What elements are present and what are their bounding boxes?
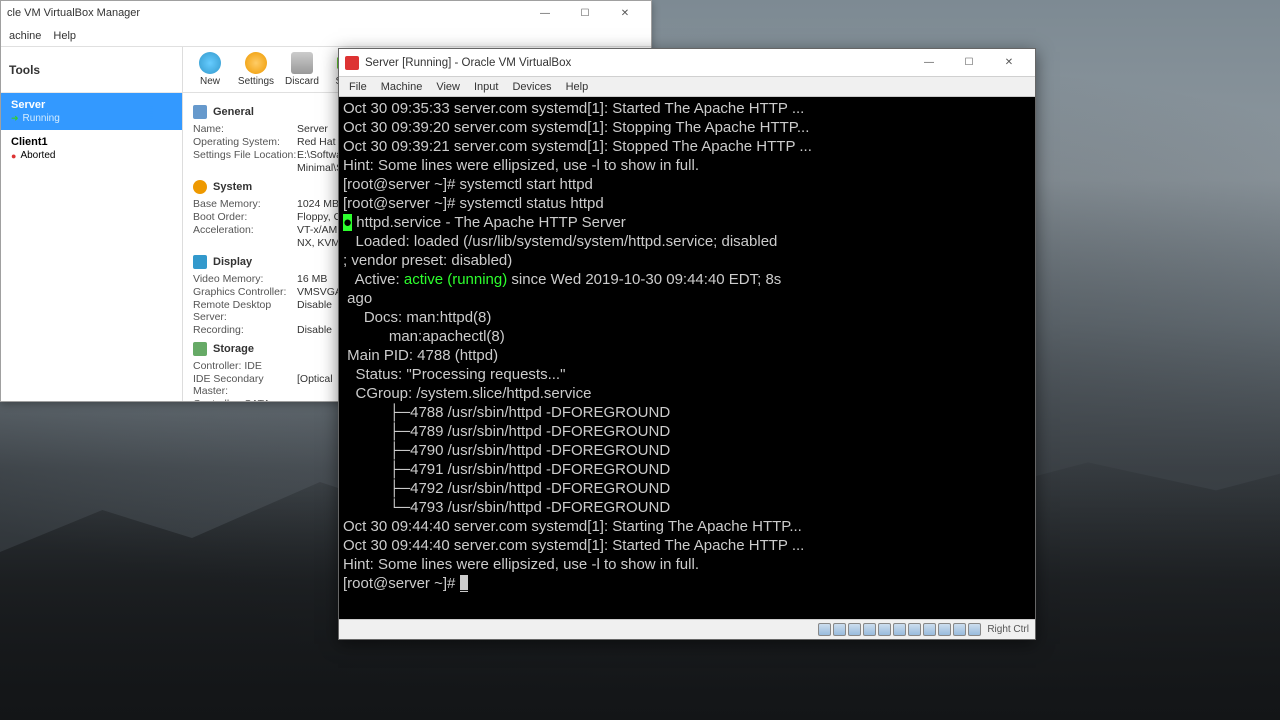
- close-button[interactable]: ✕: [989, 52, 1029, 74]
- cpu-icon[interactable]: [938, 623, 951, 636]
- terminal[interactable]: Oct 30 09:35:33 server.com systemd[1]: S…: [339, 97, 1035, 619]
- shared-folder-icon[interactable]: [893, 623, 906, 636]
- keyboard-icon[interactable]: [968, 623, 981, 636]
- cursor: _: [460, 575, 468, 592]
- discard-button[interactable]: Discard: [281, 52, 323, 87]
- vm-running-window: Server [Running] - Oracle VM VirtualBox …: [338, 48, 1036, 640]
- menu-file[interactable]: File: [349, 81, 367, 93]
- menu-machine[interactable]: achine: [9, 30, 41, 42]
- minimize-button[interactable]: —: [525, 2, 565, 24]
- vm-titlebar[interactable]: Server [Running] - Oracle VM VirtualBox …: [339, 49, 1035, 77]
- discard-icon: [291, 52, 313, 74]
- tools-item[interactable]: Tools: [1, 47, 182, 93]
- system-icon: [193, 180, 207, 194]
- vm-item-client1[interactable]: Client1 Aborted: [1, 130, 182, 167]
- gear-icon: [245, 52, 267, 74]
- vm-name: Client1: [11, 136, 172, 148]
- audio-icon[interactable]: [848, 623, 861, 636]
- usb-icon[interactable]: [878, 623, 891, 636]
- new-icon: [199, 52, 221, 74]
- general-icon: [193, 105, 207, 119]
- vm-menubar: File Machine View Input Devices Help: [339, 77, 1035, 97]
- optical-icon[interactable]: [833, 623, 846, 636]
- vm-status: Running: [11, 113, 172, 124]
- vm-statusbar: Right Ctrl: [339, 619, 1035, 639]
- menu-help[interactable]: Help: [53, 30, 76, 42]
- menu-view[interactable]: View: [436, 81, 460, 93]
- list-mode-icon[interactable]: [155, 107, 175, 123]
- hdd-icon[interactable]: [818, 623, 831, 636]
- display-icon[interactable]: [908, 623, 921, 636]
- manager-title: cle VM VirtualBox Manager: [7, 7, 525, 19]
- mouse-icon[interactable]: [953, 623, 966, 636]
- recording-icon[interactable]: [923, 623, 936, 636]
- settings-button[interactable]: Settings: [235, 52, 277, 87]
- maximize-button[interactable]: ☐: [565, 2, 605, 24]
- vm-app-icon: [345, 56, 359, 70]
- storage-icon: [193, 342, 207, 356]
- vm-window-title: Server [Running] - Oracle VM VirtualBox: [365, 57, 909, 69]
- maximize-button[interactable]: ☐: [949, 52, 989, 74]
- manager-menubar: achine Help: [1, 25, 651, 47]
- vm-status: Aborted: [11, 150, 172, 161]
- menu-help[interactable]: Help: [566, 81, 589, 93]
- manager-titlebar[interactable]: cle VM VirtualBox Manager — ☐ ✕: [1, 1, 651, 25]
- vm-name: Server: [11, 99, 172, 111]
- host-key-label: Right Ctrl: [987, 624, 1029, 635]
- vm-list-panel: Tools Server Running Client1 Aborted: [1, 47, 183, 401]
- menu-machine[interactable]: Machine: [381, 81, 423, 93]
- menu-input[interactable]: Input: [474, 81, 498, 93]
- new-button[interactable]: New: [189, 52, 231, 87]
- close-button[interactable]: ✕: [605, 2, 645, 24]
- minimize-button[interactable]: —: [909, 52, 949, 74]
- menu-devices[interactable]: Devices: [512, 81, 551, 93]
- display-icon: [193, 255, 207, 269]
- network-icon[interactable]: [863, 623, 876, 636]
